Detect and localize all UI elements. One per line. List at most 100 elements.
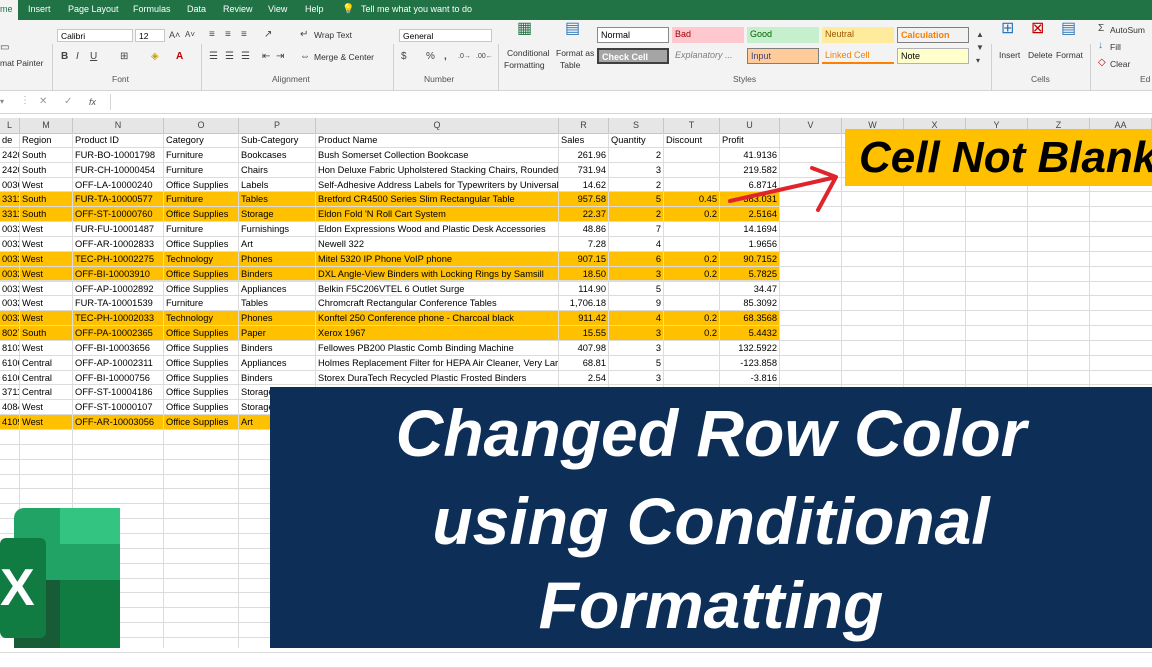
cell-profit[interactable]: 5.4432 (720, 326, 780, 341)
align-bottom-icon[interactable]: ≡ (241, 29, 247, 41)
cell-product-name[interactable]: Bush Somerset Collection Bookcase (316, 147, 559, 163)
column-header-o[interactable]: O (164, 118, 239, 133)
cell-sales[interactable]: 2.54 (559, 370, 609, 386)
tab-view[interactable]: View (268, 0, 287, 20)
styles-more-icon[interactable]: ▾ (976, 55, 980, 67)
cell-product-id[interactable]: FUR-CH-10000454 (73, 162, 164, 178)
cell-row-id[interactable]: 0032 (0, 281, 20, 297)
cell-product-name[interactable]: Mitel 5320 IP Phone VoIP phone (316, 251, 559, 267)
cell-discount[interactable]: 0.2 (664, 251, 720, 267)
tab-help[interactable]: Help (305, 0, 324, 20)
cell-category[interactable]: Office Supplies (164, 355, 239, 371)
cell-sub-category[interactable]: Appliances (239, 281, 316, 297)
conditional-formatting-button[interactable]: Conditional (507, 48, 550, 58)
cell-profit[interactable]: 5.7825 (720, 266, 780, 282)
cell-region[interactable]: West (20, 400, 73, 416)
cell-quantity[interactable]: 3 (609, 370, 664, 386)
cell-region[interactable]: West (20, 281, 73, 297)
cell-product-id[interactable]: OFF-ST-10000760 (73, 207, 164, 223)
cell-profit[interactable]: 14.1694 (720, 222, 780, 237)
cell-product-id[interactable]: OFF-AP-10002892 (73, 281, 164, 297)
cell-product-name[interactable]: Eldon Expressions Wood and Plastic Desk … (316, 222, 559, 237)
cell-product-id[interactable]: OFF-PA-10002365 (73, 326, 164, 341)
header-region[interactable]: Region (20, 133, 73, 148)
cell-sub-category[interactable]: Labels (239, 177, 316, 193)
cell-discount[interactable]: 0.2 (664, 311, 720, 327)
cell-sub-category[interactable]: Appliances (239, 355, 316, 371)
cell-discount[interactable] (664, 370, 720, 386)
cell-region[interactable]: South (20, 147, 73, 163)
style-input[interactable]: Input (747, 48, 819, 64)
cell-profit[interactable]: 90.7152 (720, 251, 780, 267)
cell-row-id[interactable]: 0032 (0, 222, 20, 237)
cell-sales[interactable]: 18.50 (559, 266, 609, 282)
header-quantity[interactable]: Quantity (609, 133, 664, 148)
cell-sales[interactable]: 407.98 (559, 340, 609, 356)
increase-font-icon[interactable]: A˄ (169, 29, 180, 41)
column-header-m[interactable]: M (20, 118, 73, 133)
cell-region[interactable]: West (20, 222, 73, 237)
cell-region[interactable]: South (20, 326, 73, 341)
outdent-icon[interactable]: ⇥ (276, 51, 284, 63)
cell-quantity[interactable]: 3 (609, 266, 664, 282)
align-top-icon[interactable]: ≡ (209, 29, 215, 41)
tell-me-search[interactable]: Tell me what you want to do (361, 0, 472, 20)
cell-region[interactable]: West (20, 311, 73, 327)
cell-sub-category[interactable]: Tables (239, 296, 316, 312)
cell-sub-category[interactable]: Binders (239, 370, 316, 386)
cell-discount[interactable] (664, 236, 720, 252)
cell-discount[interactable]: 0.45 (664, 192, 720, 208)
cell-region[interactable]: West (20, 236, 73, 252)
cell-region[interactable]: South (20, 162, 73, 178)
cell-region[interactable]: Central (20, 355, 73, 371)
cell-product-id[interactable]: FUR-BO-10001798 (73, 147, 164, 163)
underline-icon[interactable]: U (90, 51, 97, 63)
column-header-v[interactable]: V (780, 118, 842, 133)
comma-style-icon[interactable]: , (444, 51, 447, 63)
cell-region[interactable]: West (20, 296, 73, 312)
cell-profit[interactable]: 68.3568 (720, 311, 780, 327)
cell-sales[interactable]: 15.55 (559, 326, 609, 341)
cell-product-id[interactable]: FUR-TA-10001539 (73, 296, 164, 312)
cell-discount[interactable] (664, 340, 720, 356)
cell-quantity[interactable]: 9 (609, 296, 664, 312)
cell-quantity[interactable]: 4 (609, 236, 664, 252)
style-linked-cell[interactable]: Linked Cell (822, 48, 894, 64)
cell-quantity[interactable]: 6 (609, 251, 664, 267)
cell-category[interactable]: Office Supplies (164, 236, 239, 252)
cell-sub-category[interactable]: Tables (239, 192, 316, 208)
fill-button[interactable]: Fill (1110, 42, 1121, 52)
cell-product-id[interactable]: OFF-AR-10002833 (73, 236, 164, 252)
tab-formulas[interactable]: Formulas (133, 0, 171, 20)
format-painter-button[interactable]: mat Painter (0, 58, 43, 68)
cell-sub-category[interactable]: Paper (239, 326, 316, 341)
cell-category[interactable]: Office Supplies (164, 385, 239, 401)
style-calculation[interactable]: Calculation (897, 27, 969, 43)
style-bad[interactable]: Bad (672, 27, 744, 43)
cell-quantity[interactable]: 5 (609, 281, 664, 297)
cell-quantity[interactable]: 4 (609, 311, 664, 327)
column-header-r[interactable]: R (559, 118, 609, 133)
number-format-combo[interactable]: General (399, 29, 492, 42)
cell-row-id[interactable]: 6106 (0, 355, 20, 371)
format-as-table-button[interactable]: Format as (556, 48, 594, 58)
cell-product-id[interactable]: FUR-FU-10001487 (73, 222, 164, 237)
copy-icon[interactable]: ▭ (0, 42, 9, 54)
align-left-icon[interactable]: ☰ (209, 51, 218, 63)
cell-sales[interactable]: 48.86 (559, 222, 609, 237)
insert-function-icon[interactable]: fx (89, 96, 96, 108)
cell-sales[interactable]: 22.37 (559, 207, 609, 223)
cell-row-id[interactable]: 4109 (0, 415, 20, 430)
cell-product-name[interactable]: Holmes Replacement Filter for HEPA Air C… (316, 355, 559, 371)
delete-cells-button[interactable]: Delete (1028, 50, 1053, 60)
cell-sales[interactable]: 68.81 (559, 355, 609, 371)
style-check-cell[interactable]: Check Cell (597, 48, 669, 64)
cell-discount[interactable]: 0.2 (664, 207, 720, 223)
cell-category[interactable]: Furniture (164, 192, 239, 208)
cell-region[interactable]: West (20, 415, 73, 430)
cell-sales[interactable]: 1,706.18 (559, 296, 609, 312)
cell-profit[interactable]: -3.816 (720, 370, 780, 386)
tab-data[interactable]: Data (187, 0, 206, 20)
cell-row-id[interactable]: 3311 (0, 207, 20, 223)
cell-category[interactable]: Furniture (164, 162, 239, 178)
